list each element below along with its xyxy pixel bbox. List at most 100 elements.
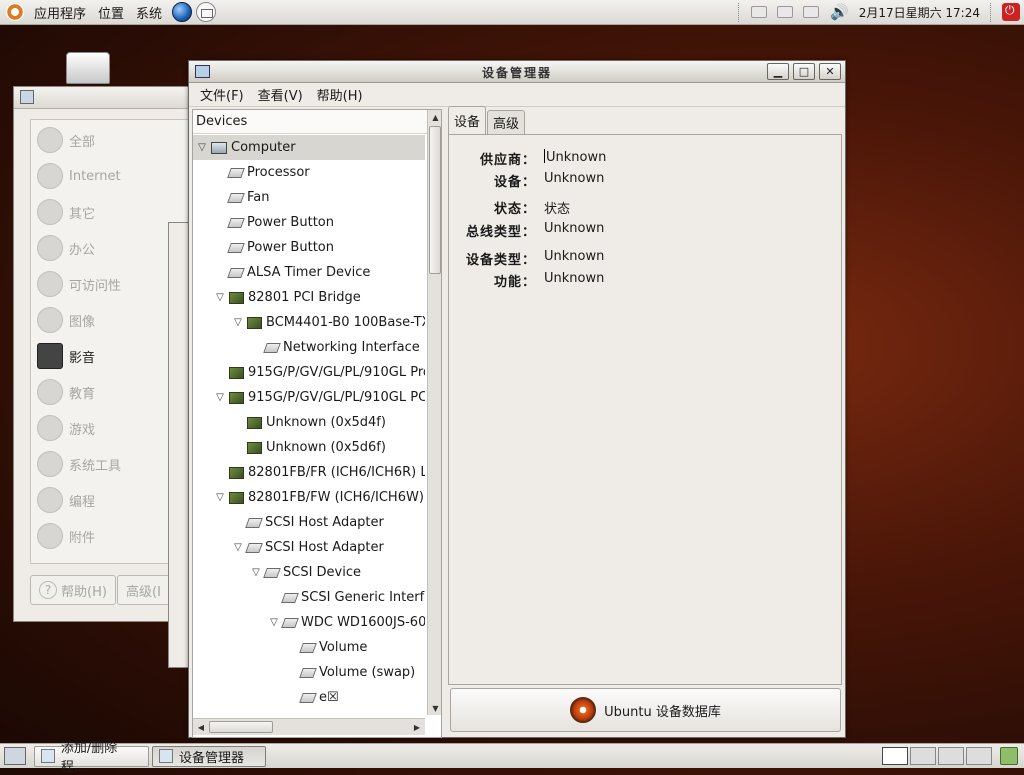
property-value-container[interactable]: Unknown: [544, 221, 604, 240]
property-value-container[interactable]: Unknown: [544, 249, 604, 268]
task-device-manager[interactable]: 设备管理器: [152, 745, 266, 767]
category-label: 教育: [69, 386, 96, 402]
minimize-button[interactable]: ▁: [767, 63, 789, 80]
menu-file[interactable]: 文件(F): [193, 85, 251, 104]
network-icon[interactable]: [803, 6, 819, 18]
logout-icon[interactable]: [1002, 3, 1020, 21]
update-notifier-icon[interactable]: [777, 6, 793, 18]
vertical-scroll-thumb[interactable]: [429, 126, 441, 274]
tree-row[interactable]: e☒: [193, 685, 425, 710]
property-value-container[interactable]: Unknown: [544, 171, 604, 190]
expander-open-icon[interactable]: ▽: [211, 492, 229, 503]
close-button[interactable]: ✕: [819, 63, 841, 80]
web-browser-icon[interactable]: [172, 2, 193, 22]
category-item[interactable]: Internet: [31, 158, 199, 194]
tree-row[interactable]: 915G/P/GV/GL/PL/910GL Processor: [193, 360, 425, 385]
expander-open-icon[interactable]: ▽: [211, 392, 229, 403]
category-item[interactable]: 全部: [31, 122, 199, 158]
expander-open-icon[interactable]: ▽: [229, 542, 247, 553]
drive-desktop-icon[interactable]: [66, 52, 110, 84]
expander-open-icon[interactable]: ▽: [211, 292, 229, 303]
tree-row[interactable]: 82801FB/FR (ICH6/ICH6R) LPC: [193, 460, 425, 485]
add-remove-titlebar[interactable]: [14, 87, 192, 109]
menu-system[interactable]: 系统: [130, 3, 168, 22]
task-add-remove-label: 添加/删除程...: [60, 741, 118, 775]
tree-row[interactable]: Processor: [193, 160, 425, 185]
tree-row[interactable]: ▽ SCSI Device: [193, 560, 425, 585]
board-icon: [229, 491, 244, 504]
tree-row[interactable]: ▽ 82801FB/FW (ICH6/ICH6W) SATA: [193, 485, 425, 510]
tree-row[interactable]: Unknown (0x5d4f): [193, 410, 425, 435]
tree-row-label: Processor: [247, 165, 310, 180]
help-button[interactable]: ? 帮助(H): [30, 575, 116, 605]
mail-client-icon[interactable]: [196, 2, 217, 22]
properties-tabs: 设备 高级: [448, 106, 526, 134]
tree-row[interactable]: Volume: [193, 635, 425, 660]
volume-icon[interactable]: 🔊: [830, 3, 849, 21]
show-desktop-icon[interactable]: [4, 747, 26, 765]
workspace-4[interactable]: [966, 747, 992, 765]
scroll-right-icon[interactable]: ▶: [410, 720, 424, 734]
workspace-1[interactable]: [882, 747, 908, 765]
tree-column-header[interactable]: Devices: [193, 110, 441, 134]
category-icon: [37, 163, 63, 189]
trash-icon[interactable]: [1000, 747, 1018, 765]
tree-row[interactable]: SCSI Generic Interface: [193, 585, 425, 610]
tab-advanced[interactable]: 高级: [487, 110, 526, 134]
device-manager-window: 设备管理器 ▁ □ ✕ 文件(F) 查看(V) 帮助(H) Devices ▽ C…: [188, 60, 846, 738]
property-row: 功能： Unknown: [449, 271, 604, 290]
package-icon: [20, 90, 34, 104]
expander-open-icon[interactable]: ▽: [229, 317, 247, 328]
expander-open-icon[interactable]: ▽: [247, 567, 265, 578]
tree-row[interactable]: ▽ 82801 PCI Bridge: [193, 285, 425, 310]
clock[interactable]: 2月17日星期六 17:24: [855, 4, 984, 21]
tree-row[interactable]: Networking Interface: [193, 335, 425, 360]
printer-icon[interactable]: [751, 6, 767, 18]
tree-row[interactable]: Unknown (0x5d6f): [193, 435, 425, 460]
tree-horizontal-scrollbar[interactable]: ◀ ▶: [193, 718, 425, 735]
scroll-up-icon[interactable]: ▲: [428, 110, 441, 124]
window-titlebar[interactable]: 设备管理器 ▁ □ ✕: [189, 61, 845, 83]
scroll-down-icon[interactable]: ▼: [428, 701, 441, 715]
property-value-container[interactable]: Unknown: [544, 149, 606, 168]
tree-row-label: Computer: [231, 140, 296, 155]
tree-row[interactable]: ▽ BCM4401-B0 100Base-TX: [193, 310, 425, 335]
tree-row[interactable]: SCSI Host Adapter: [193, 510, 425, 535]
category-icon: [37, 487, 63, 513]
tree-row[interactable]: Fan: [193, 185, 425, 210]
maximize-button[interactable]: □: [793, 63, 815, 80]
menu-help[interactable]: 帮助(H): [310, 85, 370, 104]
tree-row[interactable]: Power Button: [193, 210, 425, 235]
workspace-3[interactable]: [938, 747, 964, 765]
menu-places[interactable]: 位置: [92, 3, 130, 22]
property-label: 供应商：: [479, 153, 536, 168]
ubuntu-logo-icon[interactable]: [6, 3, 24, 21]
tree-row[interactable]: Power Button: [193, 235, 425, 260]
tree-row-label: 915G/P/GV/GL/PL/910GL PCI: [248, 390, 425, 405]
menu-view[interactable]: 查看(V): [251, 85, 310, 104]
board-icon: [229, 391, 244, 404]
menu-applications[interactable]: 应用程序: [28, 3, 92, 22]
tree-vertical-scrollbar[interactable]: ▲ ▼: [427, 110, 441, 715]
expander-open-icon[interactable]: ▽: [193, 142, 211, 153]
task-add-remove[interactable]: 添加/删除程...: [34, 741, 149, 775]
ubuntu-device-database-button[interactable]: Ubuntu 设备数据库: [450, 688, 841, 732]
device-icon: [227, 242, 245, 253]
tree-row[interactable]: ALSA Timer Device: [193, 260, 425, 285]
horizontal-scroll-thumb[interactable]: [209, 721, 273, 733]
property-value-container[interactable]: Unknown: [544, 271, 604, 290]
expander-open-icon[interactable]: ▽: [265, 617, 283, 628]
add-remove-window[interactable]: 全部 Internet 其它 办公 可访问性 图像 影音 教育 游戏 系统工具 编程 附件 ? 帮助(…: [13, 86, 200, 622]
tree-row[interactable]: ▽ 915G/P/GV/GL/PL/910GL PCI: [193, 385, 425, 410]
tree-row[interactable]: ▽ SCSI Host Adapter: [193, 535, 425, 560]
workspace-2[interactable]: [910, 747, 936, 765]
category-icon: [37, 271, 63, 297]
tree-row-label: Networking Interface: [283, 340, 420, 355]
tree-row[interactable]: ▽ Computer: [193, 135, 425, 160]
secondary-background-window[interactable]: [168, 222, 190, 668]
tree-row[interactable]: Volume (swap): [193, 660, 425, 685]
tab-device[interactable]: 设备: [448, 106, 487, 134]
tree-row[interactable]: ▽ WDC WD1600JS-60M: [193, 610, 425, 635]
property-value-container[interactable]: 状态: [544, 198, 570, 217]
scroll-left-icon[interactable]: ◀: [194, 720, 208, 734]
